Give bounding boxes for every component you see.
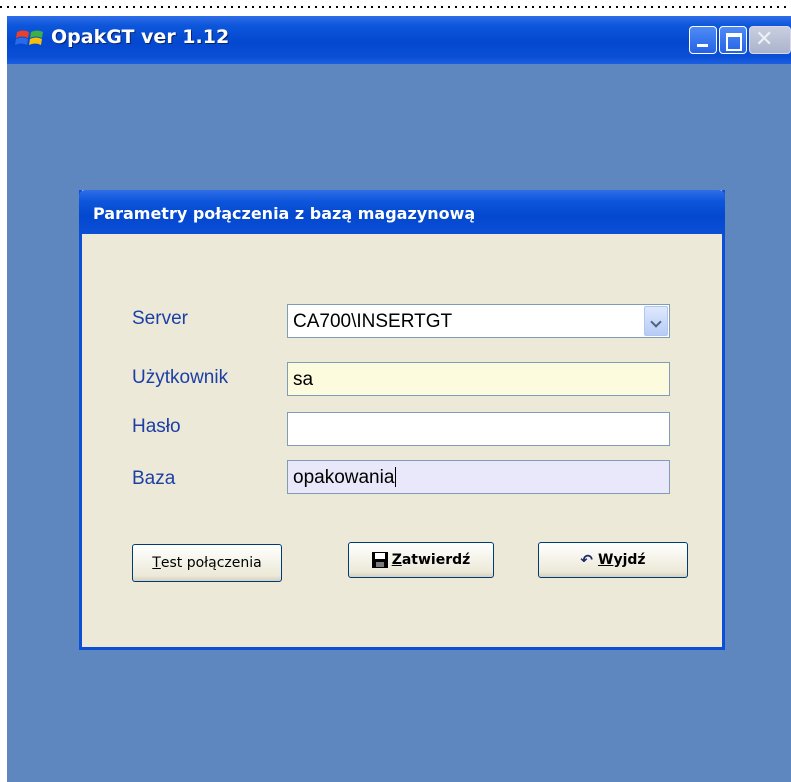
server-value: CA700\INSERTGT bbox=[293, 311, 453, 332]
top-dotted-strip bbox=[0, 0, 791, 16]
close-button[interactable]: ✕ bbox=[749, 26, 791, 54]
database-field[interactable]: opakowania bbox=[287, 460, 670, 494]
confirm-mnemonic: Z bbox=[391, 552, 402, 568]
dialog-titlebar[interactable]: Parametry połączenia z bazą magazynową bbox=[79, 190, 725, 234]
exit-mnemonic: W bbox=[598, 552, 614, 568]
floppy-disk-icon bbox=[371, 552, 388, 568]
exit-label: yjdź bbox=[613, 552, 646, 568]
confirm-label: atwierdź bbox=[401, 552, 471, 568]
connection-dialog: Parametry połączenia z bazą magazynową S… bbox=[79, 190, 725, 650]
app-window: OpakGT ver 1.12 ✕ Parametry połączenia z… bbox=[7, 16, 791, 782]
user-value: sa bbox=[293, 369, 314, 390]
chevron-down-icon[interactable] bbox=[644, 306, 668, 336]
window-title: OpakGT ver 1.12 bbox=[51, 26, 230, 48]
text-caret bbox=[395, 467, 397, 487]
server-select[interactable]: CA700\INSERTGT bbox=[287, 304, 670, 338]
maximize-button[interactable] bbox=[719, 26, 747, 54]
user-field[interactable]: sa bbox=[287, 362, 670, 396]
user-label: Użytkownik bbox=[132, 367, 229, 388]
minimize-button[interactable] bbox=[689, 26, 717, 54]
database-value: opakowania bbox=[293, 467, 395, 488]
test-connection-button[interactable]: Test połączenia bbox=[132, 544, 282, 582]
password-field[interactable] bbox=[287, 412, 670, 446]
test-mnemonic: T bbox=[152, 555, 161, 571]
dialog-title: Parametry połączenia z bazą magazynową bbox=[93, 204, 476, 223]
database-label: Baza bbox=[132, 468, 176, 489]
exit-button[interactable]: ↶ Wyjdź bbox=[538, 542, 688, 578]
test-label: est połączenia bbox=[160, 555, 262, 571]
close-icon: ✕ bbox=[755, 27, 774, 52]
server-label: Server bbox=[132, 308, 188, 329]
password-label: Hasło bbox=[132, 416, 181, 437]
undo-arrow-icon: ↶ bbox=[580, 551, 593, 569]
windows-flag-icon bbox=[15, 30, 43, 45]
confirm-button[interactable]: Zatwierdź bbox=[348, 542, 494, 578]
window-titlebar[interactable]: OpakGT ver 1.12 ✕ bbox=[7, 16, 791, 64]
